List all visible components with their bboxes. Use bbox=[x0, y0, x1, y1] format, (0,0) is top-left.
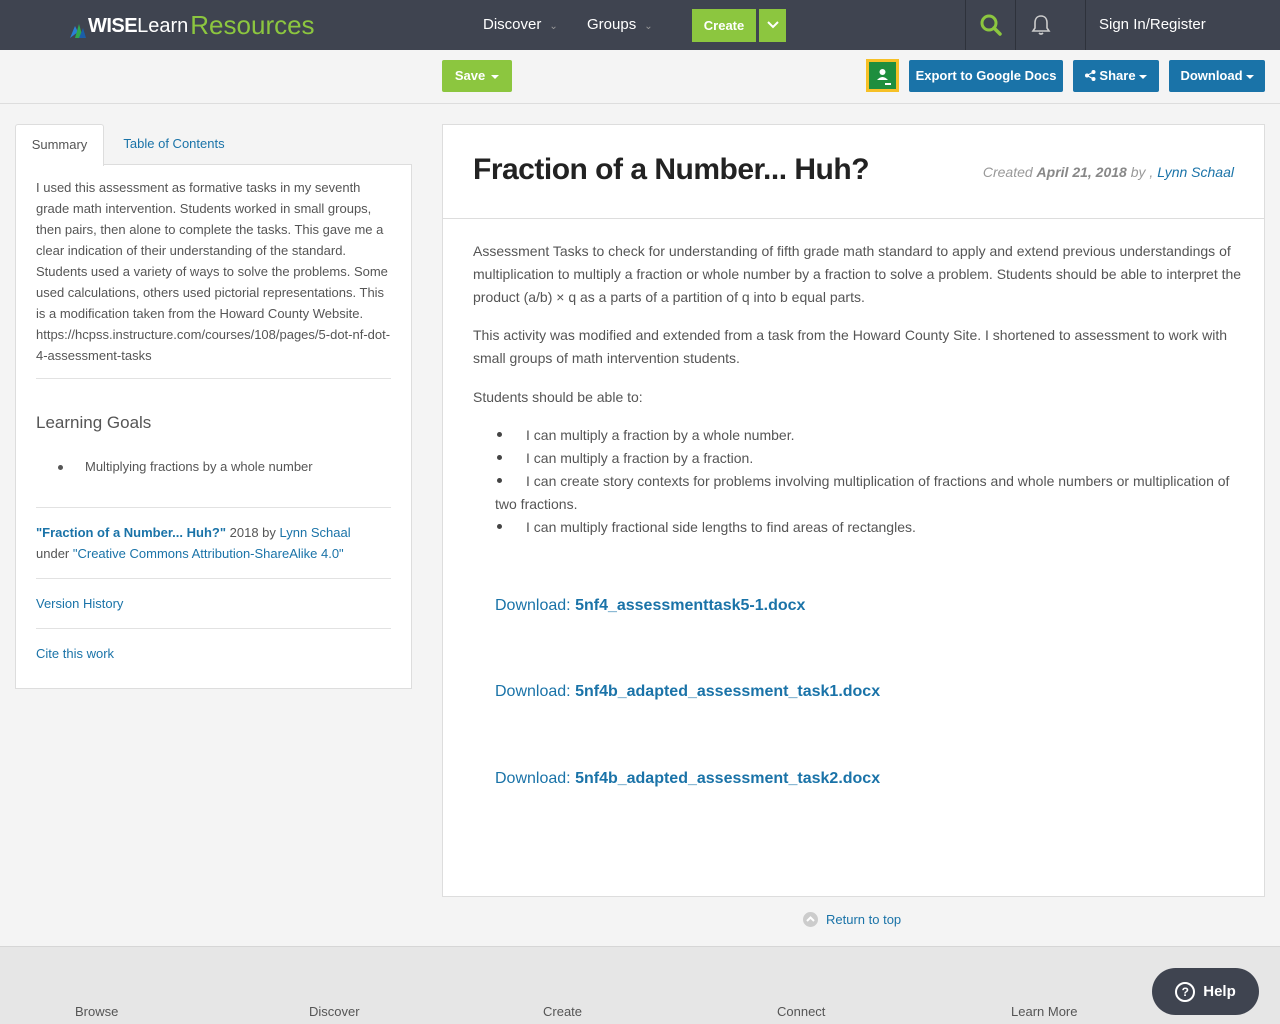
learning-goals-heading: Learning Goals bbox=[36, 413, 152, 432]
download-link[interactable]: Download: 5nf4_assessmenttask5-1.docx bbox=[495, 597, 805, 615]
attribution-author-link[interactable]: Lynn Schaal bbox=[280, 525, 351, 540]
create-dropdown-button[interactable] bbox=[759, 9, 786, 42]
nav-groups[interactable]: Groups ⌄ bbox=[587, 0, 653, 50]
chevron-down-icon: ⌄ bbox=[549, 21, 558, 32]
logo-mark-icon bbox=[70, 20, 86, 38]
share-button-label: Share bbox=[1099, 68, 1136, 83]
logo-resources: Resources bbox=[190, 10, 315, 40]
attribution-under: under bbox=[36, 546, 70, 561]
description-paragraph: Assessment Tasks to check for understand… bbox=[473, 243, 1242, 305]
download-link[interactable]: Download: 5nf4b_adapted_assessment_task2… bbox=[495, 770, 880, 788]
return-to-top-link[interactable]: Return to top bbox=[803, 912, 901, 927]
download-prefix: Download: bbox=[495, 597, 571, 614]
created-date: April 21, 2018 bbox=[1036, 164, 1127, 180]
share-button[interactable]: Share bbox=[1073, 60, 1159, 92]
share-icon bbox=[1085, 70, 1096, 81]
nav-divider bbox=[1085, 0, 1086, 50]
divider bbox=[36, 628, 391, 629]
tab-summary[interactable]: Summary bbox=[15, 124, 104, 166]
resource-content-panel: Fraction of a Number... Huh? Created Apr… bbox=[442, 124, 1265, 897]
attribution-year-by: 2018 by bbox=[229, 525, 276, 540]
chevron-down-icon: ⌄ bbox=[644, 21, 653, 32]
page-title: Fraction of a Number... Huh? bbox=[473, 153, 870, 186]
divider bbox=[36, 378, 391, 379]
footer-discover[interactable]: Discover bbox=[309, 1004, 360, 1019]
summary-text: I used this assessment as formative task… bbox=[36, 180, 391, 363]
logo-learn: Learn bbox=[137, 15, 189, 37]
save-button-label: Save bbox=[454, 68, 486, 83]
attribution-work-title: "Fraction of a Number... Huh?" bbox=[36, 525, 227, 540]
goal-item: I can multiply a fraction by a fraction. bbox=[526, 450, 754, 466]
footer-connect[interactable]: Connect bbox=[777, 1004, 825, 1019]
download-filename: 5nf4_assessmenttask5-1.docx bbox=[575, 597, 806, 614]
learning-goal-item: Multiplying fractions by a whole number bbox=[85, 459, 313, 474]
caret-down-icon bbox=[1245, 74, 1254, 79]
save-button[interactable]: Save bbox=[442, 60, 512, 92]
tab-table-of-contents[interactable]: Table of Contents bbox=[104, 124, 244, 165]
summary-panel: I used this assessment as formative task… bbox=[15, 164, 412, 689]
download-link[interactable]: Download: 5nf4b_adapted_assessment_task1… bbox=[495, 683, 880, 701]
create-button[interactable]: Create bbox=[692, 9, 756, 42]
author-link[interactable]: Lynn Schaal bbox=[1157, 164, 1234, 180]
goal-item: I can multiply a fraction by a whole num… bbox=[526, 427, 795, 443]
bell-icon bbox=[1031, 15, 1051, 35]
search-icon bbox=[980, 14, 1002, 36]
caret-down-icon bbox=[1138, 74, 1147, 79]
help-button[interactable]: ? Help bbox=[1152, 968, 1259, 1015]
created-info: Created April 21, 2018 by , Lynn Schaal bbox=[983, 164, 1234, 180]
footer-create[interactable]: Create bbox=[543, 1004, 582, 1019]
arrow-up-icon bbox=[803, 912, 818, 927]
google-classroom-icon bbox=[869, 62, 896, 89]
footer-learn-more[interactable]: Learn More bbox=[1011, 1004, 1077, 1019]
nav-discover-label: Discover bbox=[483, 16, 542, 33]
download-filename: 5nf4b_adapted_assessment_task2.docx bbox=[575, 770, 881, 787]
download-button-label: Download bbox=[1180, 68, 1243, 83]
signin-register-link[interactable]: Sign In/Register bbox=[1099, 0, 1206, 50]
goal-item: I can create story contexts for problems… bbox=[495, 473, 1230, 512]
nav-discover[interactable]: Discover ⌄ bbox=[483, 0, 558, 50]
chevron-down-icon bbox=[766, 21, 779, 29]
google-classroom-button[interactable] bbox=[866, 59, 899, 92]
top-navbar: WISE Learn Resources Discover ⌄ Groups ⌄ Cre… bbox=[0, 0, 1280, 50]
bullet bbox=[58, 465, 63, 470]
version-history-link[interactable]: Version History bbox=[36, 596, 123, 611]
footer: Browse Discover Create Connect Learn Mor… bbox=[0, 946, 1280, 1024]
footer-browse[interactable]: Browse bbox=[75, 1004, 118, 1019]
help-button-label: Help bbox=[1203, 983, 1236, 1000]
divider bbox=[36, 507, 391, 508]
by-label: by , bbox=[1130, 164, 1154, 180]
export-google-docs-button[interactable]: Export to Google Docs bbox=[909, 60, 1063, 92]
download-prefix: Download: bbox=[495, 683, 571, 700]
question-icon: ? bbox=[1175, 981, 1196, 1002]
resource-header: Fraction of a Number... Huh? Created Apr… bbox=[443, 125, 1264, 219]
description-paragraph: This activity was modified and extended … bbox=[473, 327, 1228, 366]
goal-item: I can multiply fractional side lengths t… bbox=[526, 519, 916, 535]
created-label: Created bbox=[982, 164, 1033, 180]
download-filename: 5nf4b_adapted_assessment_task1.docx bbox=[575, 683, 881, 700]
notifications-button[interactable] bbox=[1016, 0, 1066, 50]
license-link[interactable]: "Creative Commons Attribution-ShareAlike… bbox=[73, 546, 344, 561]
caret-down-icon bbox=[491, 74, 500, 79]
download-prefix: Download: bbox=[495, 770, 571, 787]
attribution-work-link[interactable]: "Fraction of a Number... Huh?" bbox=[36, 525, 226, 540]
attribution: "Fraction of a Number... Huh?" 2018 by L… bbox=[36, 522, 396, 564]
divider bbox=[36, 578, 391, 579]
search-button[interactable] bbox=[966, 0, 1016, 50]
logo[interactable]: WISE Learn Resources bbox=[70, 12, 315, 38]
nav-groups-label: Groups bbox=[587, 16, 637, 33]
return-to-top-label: Return to top bbox=[826, 912, 902, 927]
download-button[interactable]: Download bbox=[1169, 60, 1265, 92]
description-paragraph: Students should be able to: bbox=[473, 389, 643, 405]
logo-wise: WISE bbox=[88, 15, 138, 37]
cite-work-link[interactable]: Cite this work bbox=[36, 646, 114, 661]
